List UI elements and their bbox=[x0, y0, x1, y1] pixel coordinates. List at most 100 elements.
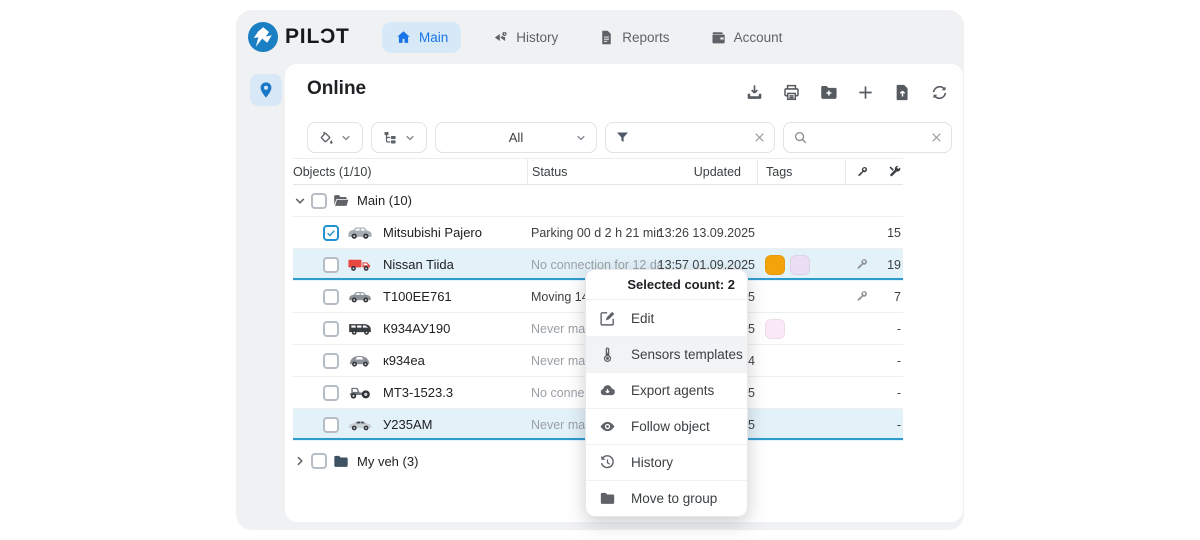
menu-item-history[interactable]: History bbox=[586, 444, 747, 480]
tab-main[interactable]: Main bbox=[382, 22, 461, 53]
unit-status: Moving 14 bbox=[531, 290, 589, 304]
add-folder-button[interactable] bbox=[819, 83, 838, 102]
menu-item-follow-object[interactable]: Follow object bbox=[586, 408, 747, 444]
display-style-button[interactable] bbox=[307, 122, 363, 153]
tab-reports[interactable]: Reports bbox=[589, 22, 678, 53]
download-button[interactable] bbox=[745, 83, 764, 102]
tag-chip[interactable] bbox=[765, 319, 785, 339]
unit-count: 15 bbox=[887, 226, 901, 240]
unit-count: - bbox=[897, 354, 901, 368]
tree-view-button[interactable] bbox=[371, 122, 427, 153]
reports-icon bbox=[598, 29, 615, 46]
unit-checkbox[interactable] bbox=[323, 353, 339, 369]
account-icon bbox=[710, 29, 727, 46]
history-icon bbox=[599, 454, 616, 471]
group-label: Main (10) bbox=[357, 193, 412, 208]
menu-item-sensors-templates[interactable]: Sensors templates bbox=[586, 336, 747, 372]
unit-row[interactable]: Mitsubishi Pajero Parking 00 d 2 h 21 min… bbox=[293, 217, 903, 249]
unit-updated: 5 bbox=[748, 290, 755, 304]
tag-chip[interactable] bbox=[765, 255, 785, 275]
menu-item-label: History bbox=[631, 455, 673, 470]
unit-name: К934АУ190 bbox=[383, 321, 450, 336]
unit-name: Mitsubishi Pajero bbox=[383, 225, 482, 240]
unit-count: - bbox=[897, 386, 901, 400]
unit-status: Never mad bbox=[531, 322, 592, 336]
unit-checkbox[interactable] bbox=[323, 257, 339, 273]
refresh-button[interactable] bbox=[930, 83, 949, 102]
suv-icon bbox=[347, 223, 373, 242]
unit-checkbox[interactable] bbox=[323, 321, 339, 337]
panel-title: Online bbox=[307, 78, 366, 100]
tag-chip[interactable] bbox=[790, 255, 810, 275]
unit-count: 19 bbox=[887, 258, 901, 272]
unit-status: No connec bbox=[531, 386, 591, 400]
unit-count-cell: 15 bbox=[877, 217, 903, 248]
unit-tags-cell bbox=[757, 249, 845, 280]
fill-icon bbox=[318, 130, 334, 146]
tractor-icon bbox=[347, 383, 373, 402]
funnel-icon bbox=[615, 130, 630, 145]
unit-checkbox[interactable] bbox=[323, 417, 339, 433]
tab-account[interactable]: Account bbox=[701, 22, 792, 53]
objects-column-header: Objects (1/10) bbox=[293, 159, 527, 184]
unit-name: к934ea bbox=[383, 353, 425, 368]
home-icon bbox=[395, 29, 412, 46]
group-cell: Main (10) bbox=[293, 185, 903, 216]
unit-cell: Mitsubishi Pajero bbox=[293, 217, 527, 248]
unit-updated: 5 bbox=[748, 386, 755, 400]
unit-tags-cell bbox=[757, 409, 845, 440]
folder-icon bbox=[331, 453, 351, 470]
group-checkbox[interactable] bbox=[311, 453, 327, 469]
tree-icon bbox=[382, 130, 398, 146]
menu-item-label: Sensors templates bbox=[631, 347, 743, 362]
tab-history[interactable]: History bbox=[483, 22, 567, 53]
clear-icon[interactable] bbox=[753, 131, 766, 144]
context-menu-selected-count: Selected count: 2 bbox=[586, 270, 747, 300]
menu-item-edit[interactable]: Edit bbox=[586, 300, 747, 336]
import-file-button[interactable] bbox=[893, 83, 912, 102]
search-input[interactable] bbox=[783, 122, 952, 153]
key-icon bbox=[854, 289, 869, 304]
unit-updated: 5 bbox=[748, 322, 755, 336]
map-button[interactable] bbox=[250, 74, 282, 106]
group-select-value: All bbox=[509, 130, 523, 145]
print-button[interactable] bbox=[782, 83, 801, 102]
key-icon bbox=[854, 257, 869, 272]
unit-status: Parking 00 d 2 h 21 min bbox=[531, 226, 661, 240]
updated-column-header: Updated bbox=[661, 159, 757, 184]
move-folder-icon bbox=[599, 490, 616, 507]
chevron-down-icon bbox=[404, 132, 416, 144]
status-filter-input[interactable] bbox=[605, 122, 775, 153]
clear-icon[interactable] bbox=[930, 131, 943, 144]
unit-status-cell: Parking 00 d 2 h 21 min bbox=[527, 217, 661, 248]
unit-updated: 5 bbox=[748, 418, 755, 432]
unit-cell: к934ea bbox=[293, 345, 527, 376]
tab-label: Main bbox=[419, 30, 448, 45]
unit-key-cell bbox=[845, 345, 877, 376]
group-select[interactable]: All bbox=[435, 122, 597, 153]
search-icon bbox=[793, 130, 808, 145]
add-object-button[interactable] bbox=[856, 83, 875, 102]
status-column-header: Status bbox=[527, 159, 661, 184]
group-row[interactable]: Main (10) bbox=[293, 185, 903, 217]
tab-label: Reports bbox=[622, 30, 669, 45]
cloud-download-icon bbox=[599, 382, 616, 399]
menu-item-move-to-group[interactable]: Move to group bbox=[586, 480, 747, 516]
sportscar-icon bbox=[347, 415, 373, 434]
unit-checkbox[interactable] bbox=[323, 225, 339, 241]
unit-key-cell bbox=[845, 313, 877, 344]
menu-item-export-agents[interactable]: Export agents bbox=[586, 372, 747, 408]
unit-key-cell bbox=[845, 249, 877, 280]
unit-name: Nissan Tiida bbox=[383, 257, 454, 272]
chevron-right-icon bbox=[293, 454, 307, 468]
chevron-down-icon bbox=[575, 132, 587, 144]
unit-checkbox[interactable] bbox=[323, 289, 339, 305]
van-icon bbox=[347, 319, 373, 338]
unit-updated: 13:26 13.09.2025 bbox=[658, 226, 755, 240]
beetle-icon bbox=[347, 351, 373, 370]
brand-name: PILƆT bbox=[285, 25, 350, 49]
unit-count: - bbox=[897, 322, 901, 336]
group-checkbox[interactable] bbox=[311, 193, 327, 209]
unit-checkbox[interactable] bbox=[323, 385, 339, 401]
menu-item-label: Export agents bbox=[631, 383, 714, 398]
